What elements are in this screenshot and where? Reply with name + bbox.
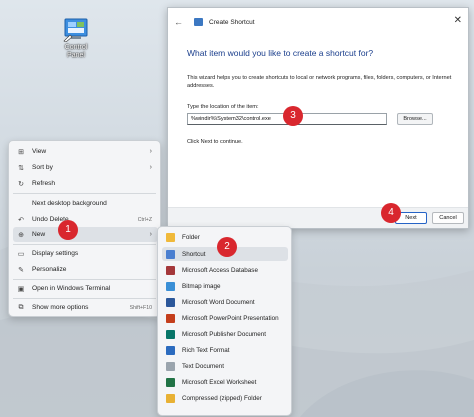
submenu-item-powerpoint[interactable]: Microsoft PowerPoint Presentation bbox=[162, 311, 288, 325]
menu-divider bbox=[13, 244, 156, 245]
dialog-title: Create Shortcut bbox=[209, 18, 255, 26]
dialog-description: This wizard helps you to create shortcut… bbox=[187, 75, 452, 89]
bitmap-icon bbox=[166, 281, 175, 291]
close-icon[interactable]: ✕ bbox=[454, 15, 462, 26]
menu-item-personalize[interactable]: ✎ Personalize bbox=[13, 262, 158, 277]
publisher-icon bbox=[166, 329, 175, 339]
submenu-item-access[interactable]: Microsoft Access Database bbox=[162, 263, 288, 277]
submenu-item-text[interactable]: Text Document bbox=[162, 359, 288, 373]
menu-item-label: Sort by bbox=[32, 164, 53, 171]
dialog-heading: What item would you like to create a sho… bbox=[187, 48, 374, 58]
menu-item-label: View bbox=[32, 148, 47, 155]
new-icon: ⊕ bbox=[18, 231, 24, 239]
menu-item-label: Personalize bbox=[32, 266, 67, 273]
more-icon: ⧉ bbox=[18, 303, 24, 311]
menu-item-show-more-options[interactable]: ⧉ Show more options Shift+F10 bbox=[13, 300, 158, 315]
dialog-footer: Next Cancel bbox=[168, 207, 468, 228]
submenu-item-label: Rich Text Format bbox=[182, 346, 230, 354]
desktop-context-menu: ⊞ View › ⇅ Sort by › ↻ Refresh Next desk… bbox=[8, 140, 161, 317]
submenu-item-label: Compressed (zipped) Folder bbox=[182, 394, 262, 402]
location-label: Type the location of the item: bbox=[187, 104, 259, 111]
text-icon bbox=[166, 361, 175, 371]
continue-hint: Click Next to continue. bbox=[187, 139, 243, 146]
submenu-item-label: Shortcut bbox=[182, 250, 206, 258]
access-icon bbox=[166, 265, 175, 275]
chevron-right-icon: › bbox=[149, 164, 152, 171]
step-badge-4: 4 bbox=[381, 203, 401, 223]
submenu-item-rtf[interactable]: Rich Text Format bbox=[162, 343, 288, 357]
submenu-item-bitmap[interactable]: Bitmap image bbox=[162, 279, 288, 293]
menu-item-next-background[interactable]: Next desktop background bbox=[13, 196, 158, 211]
terminal-icon: ▣ bbox=[17, 285, 25, 293]
brush-icon: ✎ bbox=[18, 266, 24, 274]
control-panel-icon bbox=[63, 18, 89, 43]
create-shortcut-dialog: ← Create Shortcut ✕ What item would you … bbox=[167, 7, 469, 229]
menu-item-label: Display settings bbox=[32, 250, 79, 257]
menu-divider bbox=[13, 193, 156, 194]
submenu-item-label: Bitmap image bbox=[182, 282, 221, 290]
display-icon: ▭ bbox=[17, 250, 25, 258]
submenu-item-label: Microsoft PowerPoint Presentation bbox=[182, 314, 279, 322]
desktop-icon-control-panel[interactable]: Control Panel bbox=[56, 18, 96, 60]
submenu-item-label: Text Document bbox=[182, 362, 224, 370]
submenu-item-publisher[interactable]: Microsoft Publisher Document bbox=[162, 327, 288, 341]
menu-item-display-settings[interactable]: ▭ Display settings bbox=[13, 246, 158, 261]
chevron-right-icon: › bbox=[149, 231, 152, 238]
chevron-right-icon: › bbox=[149, 148, 152, 155]
zip-folder-icon bbox=[166, 393, 175, 403]
menu-item-open-terminal[interactable]: ▣ Open in Windows Terminal bbox=[13, 281, 158, 296]
menu-item-label: Show more options bbox=[32, 304, 89, 311]
undo-icon: ↶ bbox=[18, 216, 24, 224]
menu-item-view[interactable]: ⊞ View › bbox=[13, 144, 158, 159]
shortcut-wizard-icon bbox=[194, 18, 203, 26]
folder-icon bbox=[166, 232, 175, 242]
powerpoint-icon bbox=[166, 313, 175, 323]
shortcut-hint: Ctrl+Z bbox=[137, 216, 152, 223]
submenu-item-excel[interactable]: Microsoft Excel Worksheet bbox=[162, 375, 288, 389]
shortcut-hint: Shift+F10 bbox=[129, 304, 152, 311]
menu-item-sort-by[interactable]: ⇅ Sort by › bbox=[13, 160, 158, 175]
word-icon bbox=[166, 297, 175, 307]
browse-button[interactable]: Browse... bbox=[397, 113, 433, 126]
menu-item-label: Refresh bbox=[32, 180, 56, 187]
excel-icon bbox=[166, 377, 175, 387]
submenu-item-label: Microsoft Publisher Document bbox=[182, 330, 266, 338]
menu-item-label: New bbox=[32, 231, 46, 238]
sort-icon: ⇅ bbox=[18, 164, 24, 172]
menu-item-new[interactable]: ⊕ New › bbox=[13, 227, 158, 242]
submenu-item-zip[interactable]: Compressed (zipped) Folder bbox=[162, 391, 288, 405]
rtf-icon bbox=[166, 345, 175, 355]
step-badge-1: 1 bbox=[58, 220, 78, 240]
menu-divider bbox=[13, 279, 156, 280]
menu-item-label: Next desktop background bbox=[32, 200, 107, 207]
step-badge-2: 2 bbox=[217, 237, 237, 257]
menu-item-refresh[interactable]: ↻ Refresh bbox=[13, 176, 158, 191]
desktop-icon-label: Control Panel bbox=[64, 44, 88, 59]
menu-item-label: Open in Windows Terminal bbox=[32, 285, 111, 292]
step-badge-3: 3 bbox=[283, 106, 303, 126]
back-arrow-icon[interactable]: ← bbox=[174, 17, 188, 27]
menu-divider bbox=[13, 298, 156, 299]
grid-icon: ⊞ bbox=[18, 148, 24, 156]
dialog-titlebar: ← Create Shortcut bbox=[168, 8, 468, 36]
submenu-item-word[interactable]: Microsoft Word Document bbox=[162, 295, 288, 309]
shortcut-icon bbox=[166, 249, 175, 259]
menu-item-undo-delete[interactable]: ↶ Undo Delete Ctrl+Z bbox=[13, 212, 158, 227]
refresh-icon: ↻ bbox=[18, 180, 24, 188]
cancel-button[interactable]: Cancel bbox=[432, 212, 464, 224]
submenu-item-label: Microsoft Excel Worksheet bbox=[182, 378, 257, 386]
submenu-item-label: Microsoft Word Document bbox=[182, 298, 255, 306]
submenu-item-label: Microsoft Access Database bbox=[182, 266, 258, 274]
submenu-item-label: Folder bbox=[182, 233, 200, 241]
